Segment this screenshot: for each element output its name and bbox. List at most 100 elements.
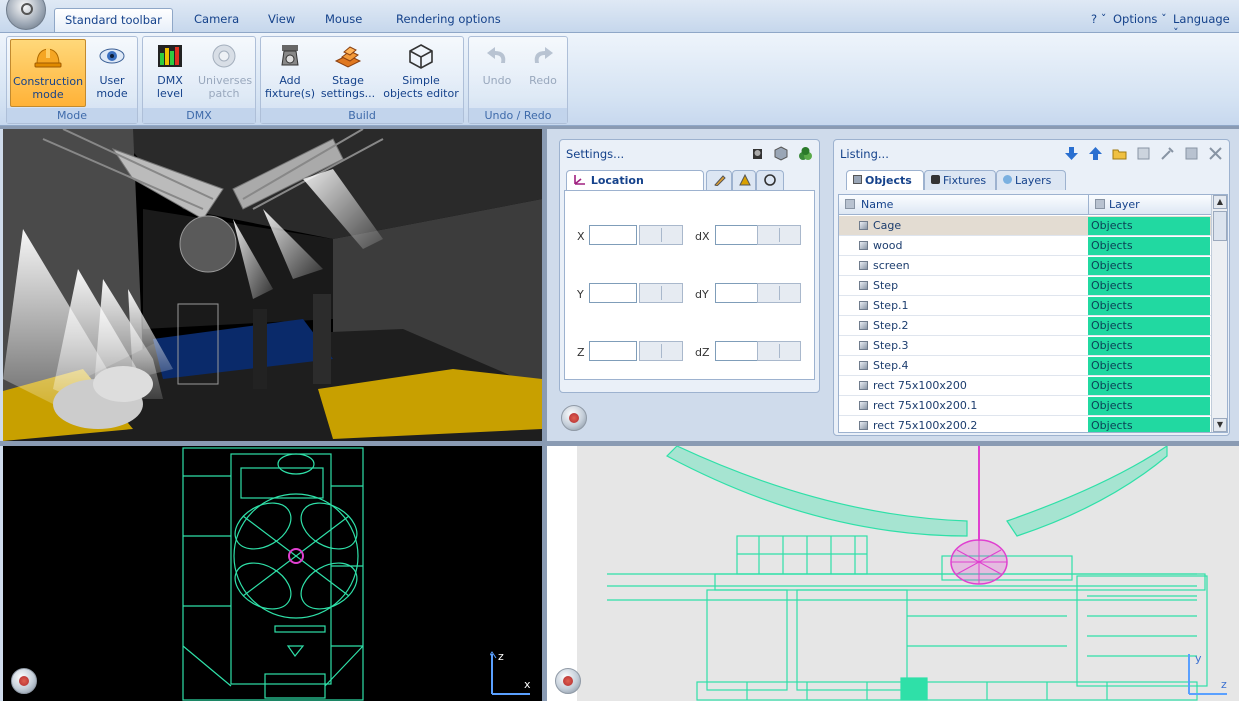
camera-fixture-icon[interactable] <box>750 146 765 161</box>
folder-icon[interactable] <box>1112 146 1127 161</box>
scroll-up-icon[interactable]: ▲ <box>1213 195 1227 209</box>
table-row[interactable]: rect 75x100x200.2 Objects <box>839 416 1211 432</box>
row-name: Step.1 <box>873 299 909 312</box>
tab-layers[interactable]: Layers <box>996 170 1066 190</box>
cube-icon[interactable] <box>774 146 789 161</box>
scroll-down-icon[interactable]: ▼ <box>1213 418 1227 432</box>
save-icon[interactable] <box>1184 146 1199 161</box>
row-layer[interactable]: Objects <box>1088 337 1210 355</box>
row-layer[interactable]: Objects <box>1088 277 1210 295</box>
properties-icon[interactable] <box>1136 146 1151 161</box>
application-orb-button[interactable] <box>6 0 46 30</box>
tab-objects-label: Objects <box>865 174 912 187</box>
tab-scale[interactable] <box>732 170 756 190</box>
row-layer[interactable]: Objects <box>1088 397 1210 415</box>
tools-icon[interactable] <box>1160 146 1175 161</box>
tab-standard-toolbar[interactable]: Standard toolbar <box>54 8 173 32</box>
viewport-nav-sphere-icon[interactable] <box>555 668 581 694</box>
viewport-side[interactable]: y z <box>547 446 1239 701</box>
row-name: Cage <box>873 219 902 232</box>
row-name: rect 75x100x200.1 <box>873 399 978 412</box>
tab-location[interactable]: Location <box>566 170 704 190</box>
table-row[interactable]: Step.2 Objects <box>839 316 1211 336</box>
scroll-thumb[interactable] <box>1213 211 1227 241</box>
row-layer[interactable]: Objects <box>1088 317 1210 335</box>
undo-button[interactable]: Undo <box>475 39 519 107</box>
cube-icon <box>853 175 862 184</box>
group-objects-icon[interactable] <box>798 146 813 161</box>
redo-icon <box>529 43 557 69</box>
eye-icon <box>98 43 126 69</box>
table-row[interactable]: rect 75x100x200 Objects <box>839 376 1211 396</box>
table-row[interactable]: Step.4 Objects <box>839 356 1211 376</box>
tab-view[interactable]: View <box>258 8 305 32</box>
universes-patch-button[interactable]: Universes patch <box>195 39 253 107</box>
delete-icon[interactable] <box>1208 146 1223 161</box>
grid-header: Name Layer <box>839 195 1211 215</box>
column-divider[interactable] <box>1088 195 1089 215</box>
redo-button[interactable]: Redo <box>521 39 565 107</box>
help-menu[interactable]: ? ˇ <box>1091 12 1107 26</box>
user-mode-button[interactable]: User mode <box>89 39 135 107</box>
row-layer[interactable]: Objects <box>1088 417 1210 432</box>
row-layer[interactable]: Objects <box>1088 357 1210 375</box>
row-layer[interactable]: Objects <box>1088 377 1210 395</box>
table-row[interactable]: screen Objects <box>839 256 1211 276</box>
dy-stepper[interactable] <box>757 283 801 303</box>
z-field[interactable] <box>589 341 637 361</box>
table-row[interactable]: wood Objects <box>839 236 1211 256</box>
group-caption-build: Build <box>261 108 463 123</box>
row-layer[interactable]: Objects <box>1088 217 1210 235</box>
object-cube-icon <box>859 381 868 390</box>
layers-icon <box>1003 175 1012 184</box>
stage-settings-button[interactable]: Stage settings... <box>319 39 377 107</box>
stage-icon <box>334 43 362 69</box>
z-stepper[interactable] <box>639 341 683 361</box>
row-layer[interactable]: Objects <box>1088 257 1210 275</box>
dz-stepper[interactable] <box>757 341 801 361</box>
tab-orientation[interactable] <box>756 170 784 190</box>
move-up-icon[interactable] <box>1088 146 1103 161</box>
table-row[interactable]: Step Objects <box>839 276 1211 296</box>
tab-rendering-options[interactable]: Rendering options <box>386 8 511 32</box>
construction-mode-button[interactable]: Construction mode <box>10 39 86 107</box>
user-mode-label: User mode <box>96 74 128 100</box>
row-layer[interactable]: Objects <box>1088 297 1210 315</box>
dmx-level-button[interactable]: DMX level <box>147 39 193 107</box>
z-label: Z <box>577 346 585 359</box>
ribbon-tab-bar: Standard toolbar Camera View Mouse Rende… <box>0 0 1239 40</box>
dy-field[interactable] <box>715 283 759 303</box>
y-stepper[interactable] <box>639 283 683 303</box>
table-row[interactable]: Step.3 Objects <box>839 336 1211 356</box>
orbit-icon <box>764 174 776 186</box>
table-row[interactable]: Step.1 Objects <box>839 296 1211 316</box>
row-name: Step <box>873 279 899 292</box>
tab-rotation[interactable] <box>706 170 732 190</box>
simple-objects-editor-button[interactable]: Simple objects editor <box>379 39 463 107</box>
x-stepper[interactable] <box>639 225 683 245</box>
tab-objects[interactable]: Objects <box>846 170 924 190</box>
viewport-top[interactable]: z x <box>3 446 542 701</box>
grid-scrollbar[interactable]: ▲ ▼ <box>1211 195 1227 432</box>
column-layer[interactable]: Layer <box>1109 198 1140 211</box>
viewport-nav-sphere-icon[interactable] <box>11 668 37 694</box>
side-view-wireframe <box>547 446 1208 701</box>
viewport-3d[interactable] <box>3 129 542 441</box>
dx-stepper[interactable] <box>757 225 801 245</box>
x-field[interactable] <box>589 225 637 245</box>
move-down-icon[interactable] <box>1064 146 1079 161</box>
table-row[interactable]: rect 75x100x200.1 Objects <box>839 396 1211 416</box>
tab-fixtures[interactable]: Fixtures <box>924 170 996 190</box>
row-layer[interactable]: Objects <box>1088 237 1210 255</box>
dx-field[interactable] <box>715 225 759 245</box>
tab-mouse[interactable]: Mouse <box>315 8 372 32</box>
viewport-nav-sphere-icon[interactable] <box>561 405 587 431</box>
y-field[interactable] <box>589 283 637 303</box>
dz-field[interactable] <box>715 341 759 361</box>
tab-camera[interactable]: Camera <box>184 8 249 32</box>
options-menu[interactable]: Options ˇ <box>1113 12 1167 26</box>
table-row[interactable]: Cage Objects <box>839 216 1211 236</box>
column-name[interactable]: Name <box>861 198 893 211</box>
app-logo-icon <box>21 3 33 15</box>
add-fixtures-button[interactable]: Add fixture(s) <box>263 39 317 107</box>
